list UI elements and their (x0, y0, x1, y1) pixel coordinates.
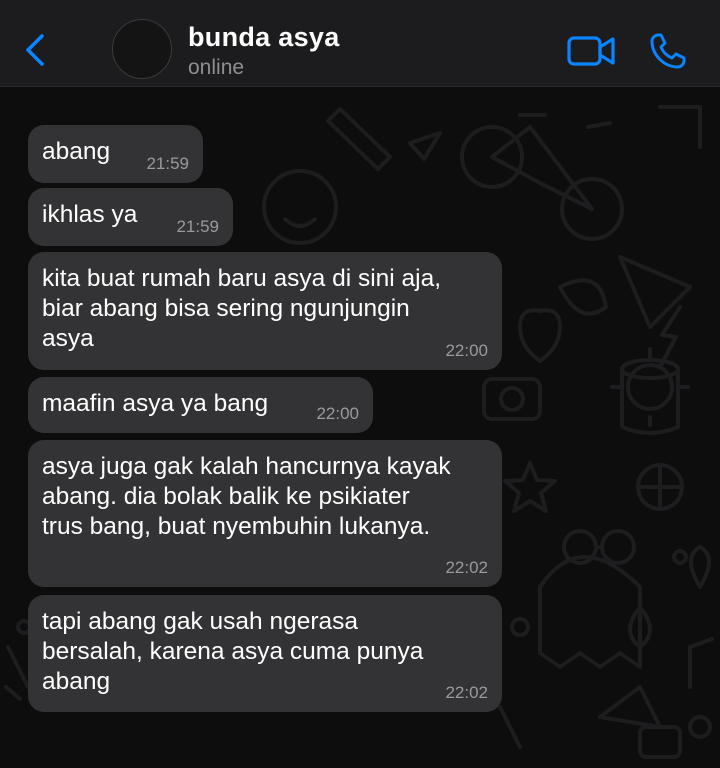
avatar[interactable] (112, 19, 172, 79)
chevron-left-icon (26, 34, 44, 66)
message-text: kita buat rumah baru asya di sini aja, b… (42, 265, 442, 352)
voice-call-button[interactable] (648, 31, 688, 71)
contact-status: online (188, 56, 245, 79)
message-bubble[interactable]: asya juga gak kalah hancurnya kayak aban… (28, 440, 502, 587)
message-time: 22:02 (445, 683, 488, 702)
message-time: 21:59 (176, 217, 219, 236)
message-bubble[interactable]: tapi abang gak usah ngerasa bersalah, ka… (28, 595, 502, 712)
message-text: tapi abang gak usah ngerasa bersalah, ka… (42, 608, 424, 695)
message-time: 22:00 (316, 404, 359, 423)
chat-area[interactable]: abang 21:59 ikhlas ya 21:59 kita buat ru… (0, 87, 720, 768)
chat-screen: bunda asya online abang 21:59 ikhlas ya … (0, 0, 720, 768)
message-time: 22:00 (445, 341, 488, 360)
message-time: 21:59 (146, 154, 189, 173)
message-time: 22:02 (445, 558, 488, 577)
phone-icon (650, 33, 686, 69)
contact-name[interactable]: bunda asya (188, 22, 340, 53)
video-call-button[interactable] (566, 34, 618, 68)
message-bubble[interactable]: kita buat rumah baru asya di sini aja, b… (28, 252, 502, 370)
message-bubble[interactable]: ikhlas ya 21:59 (28, 188, 233, 246)
message-text: asya juga gak kalah hancurnya kayak aban… (42, 453, 451, 540)
message-bubble[interactable]: abang 21:59 (28, 125, 203, 183)
message-bubble[interactable]: maafin asya ya bang 22:00 (28, 377, 373, 433)
video-camera-icon (567, 36, 615, 66)
chat-header: bunda asya online (0, 0, 720, 87)
back-button[interactable] (18, 30, 54, 70)
message-text: maafin asya ya bang (42, 390, 269, 417)
